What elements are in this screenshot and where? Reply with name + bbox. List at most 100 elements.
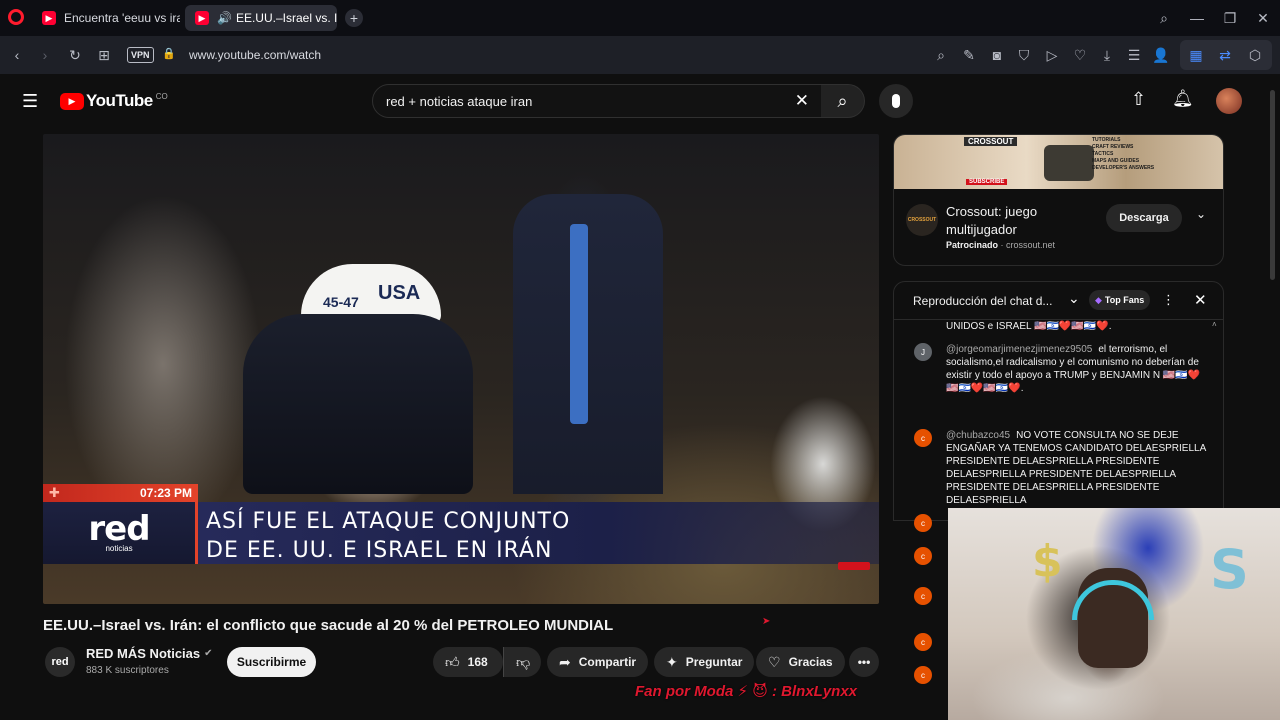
voice-search-button[interactable] bbox=[879, 84, 913, 118]
chat-avatar[interactable]: c bbox=[914, 547, 932, 565]
search-input[interactable]: red + noticias ataque iran ✕ bbox=[372, 84, 822, 118]
webcam-overlay: $ S bbox=[948, 508, 1280, 720]
camera-icon[interactable]: ◙ bbox=[986, 44, 1008, 66]
hamburger-menu-icon[interactable]: ☰ bbox=[22, 91, 38, 112]
close-window-icon[interactable]: ✕ bbox=[1252, 7, 1274, 29]
ad-domain: crossout.net bbox=[1006, 240, 1056, 250]
top-fans-icon: ◆ bbox=[1095, 294, 1102, 305]
ad-banner[interactable]: CROSSOUT SUBSCRIBE TUTORIALS CRAFT REVIE… bbox=[894, 135, 1223, 189]
account-avatar[interactable] bbox=[1216, 88, 1242, 114]
tab-favicon-icon: ▶ bbox=[195, 11, 209, 25]
download-icon[interactable]: ⤓ bbox=[1096, 44, 1118, 66]
ad-banner-vehicle bbox=[1044, 145, 1094, 181]
dislike-button[interactable]: 👎︎ bbox=[503, 647, 541, 677]
chat-scroll-up-icon[interactable]: ˄ bbox=[1212, 320, 1217, 329]
lens-icon[interactable]: ⌕ bbox=[930, 44, 952, 66]
balloon-graphic: $ bbox=[1032, 536, 1063, 587]
forward-icon[interactable]: › bbox=[34, 44, 56, 66]
chat-message: c @chubazco45 NO VOTE CONSULTA NO SE DEJE… bbox=[894, 429, 1214, 507]
ad-expand-icon[interactable]: ⌄ bbox=[1196, 207, 1206, 221]
restore-icon[interactable]: ❐ bbox=[1219, 7, 1241, 29]
news-lower-third: ✚ 07:23 PM red noticias ASÍ FUE EL ATAQU… bbox=[43, 484, 879, 564]
sponsored-ad-card[interactable]: CROSSOUT SUBSCRIBE TUTORIALS CRAFT REVIE… bbox=[893, 134, 1224, 266]
share-button[interactable]: ➦ Compartir bbox=[547, 647, 649, 677]
chat-avatar[interactable]: J bbox=[914, 343, 932, 361]
chat-header-title[interactable]: Reproducción del chat d... bbox=[913, 294, 1052, 308]
ad-sponsored-label: Patrocinado bbox=[946, 240, 999, 250]
thanks-label: Gracias bbox=[788, 655, 833, 669]
page-scrollbar[interactable] bbox=[1270, 90, 1275, 280]
speaker-icon[interactable]: 🔊 bbox=[217, 11, 232, 25]
chat-author[interactable]: @jorgeomarjimenezjimenez9505 bbox=[946, 344, 1092, 355]
ad-logo-text: CROSSOUT bbox=[907, 217, 937, 223]
channel-avatar[interactable]: red bbox=[45, 647, 75, 677]
balloon-graphic: S bbox=[1210, 538, 1249, 601]
country-code: CO bbox=[155, 91, 168, 101]
search-tabs-icon[interactable]: ⌕ bbox=[1153, 7, 1175, 29]
share-label: Compartir bbox=[578, 655, 637, 669]
play-icon[interactable]: ▷ bbox=[1041, 44, 1063, 66]
headline-line-1: ASÍ FUE EL ATAQUE CONJUNTO bbox=[206, 509, 571, 534]
channel-name-text: RED MÁS Noticias bbox=[86, 646, 201, 661]
search-icon: ⌕ bbox=[837, 90, 848, 111]
top-fans-badge[interactable]: ◆ Top Fans bbox=[1089, 290, 1151, 310]
url-field[interactable]: www.youtube.com/watch bbox=[189, 48, 321, 62]
minimize-icon[interactable]: — bbox=[1186, 7, 1208, 29]
subscribe-button[interactable]: Suscribirme bbox=[227, 647, 316, 677]
chat-avatar[interactable]: c bbox=[914, 514, 932, 532]
more-actions-button[interactable]: ••• bbox=[849, 647, 879, 677]
lock-icon[interactable]: 🔒 bbox=[162, 47, 176, 60]
heart-icon[interactable]: ♡ bbox=[1069, 44, 1091, 66]
vpn-badge[interactable]: VPN bbox=[127, 47, 154, 63]
like-button[interactable]: 👍︎ 168 bbox=[433, 647, 503, 677]
notifications-bell-icon[interactable]: 🔔︎ bbox=[1172, 89, 1194, 109]
chat-avatar[interactable]: c bbox=[914, 429, 932, 447]
ad-logo: CROSSOUT bbox=[906, 204, 938, 236]
youtube-logo[interactable]: ▶ YouTube CO bbox=[60, 91, 168, 111]
subscriber-count: 883 K suscriptores bbox=[86, 665, 169, 676]
seated-figure bbox=[243, 314, 473, 494]
profile-icon[interactable]: 👤 bbox=[1150, 44, 1172, 66]
microphone-icon bbox=[892, 94, 900, 108]
time-overlay: ✚ 07:23 PM bbox=[43, 484, 198, 502]
tabs-grid-icon[interactable]: ⊞ bbox=[93, 44, 115, 66]
cap-text-left: 45-47 bbox=[323, 294, 359, 310]
chat-dropdown-icon[interactable]: ⌄ bbox=[1068, 290, 1080, 307]
extension-icon[interactable]: ▦ bbox=[1185, 44, 1207, 66]
chat-avatar[interactable]: c bbox=[914, 587, 932, 605]
ask-button[interactable]: ✦ Preguntar bbox=[654, 647, 755, 677]
ad-download-button[interactable]: Descarga bbox=[1106, 204, 1182, 232]
ad-title[interactable]: Crossout: juego multijugador bbox=[946, 203, 1086, 239]
video-player[interactable]: 45-47 USA ✚ 07:23 PM red noticias ASÍ FU… bbox=[43, 134, 879, 604]
chat-more-icon[interactable]: ⋮ bbox=[1162, 292, 1175, 308]
ad-meta: Patrocinado · crossout.net bbox=[946, 240, 1055, 250]
chat-avatar[interactable]: c bbox=[914, 666, 932, 684]
streamer-fan-text: Fan por Moda ⚡ 😈 : BlnxLynxx bbox=[635, 683, 858, 700]
youtube-play-icon: ▶ bbox=[60, 92, 84, 110]
reload-icon[interactable]: ↻ bbox=[64, 44, 86, 66]
youtube-header: ☰ ▶ YouTube CO red + noticias ataque ira… bbox=[0, 74, 1280, 128]
shield-icon[interactable]: ⛉ bbox=[1013, 44, 1035, 66]
opera-logo-icon[interactable] bbox=[8, 9, 24, 25]
thanks-button[interactable]: ♡ Gracias bbox=[756, 647, 845, 677]
chat-close-icon[interactable]: ✕ bbox=[1194, 291, 1207, 309]
chat-message: J @jorgeomarjimenezjimenez9505 el terrori… bbox=[894, 343, 1214, 421]
cube-icon[interactable]: ⬡ bbox=[1244, 44, 1266, 66]
tab-video[interactable]: ▶ 🔊 EE.UU.–Israel vs. Irán: e bbox=[185, 5, 337, 31]
thumbs-down-icon: 👎︎ bbox=[516, 653, 531, 670]
chat-avatar[interactable]: c bbox=[914, 633, 932, 651]
edit-icon[interactable]: ✎ bbox=[958, 44, 980, 66]
upload-icon[interactable]: ⇧ bbox=[1131, 89, 1146, 110]
search-button[interactable]: ⌕ bbox=[821, 84, 865, 118]
red-logo-sub: noticias bbox=[105, 543, 133, 553]
channel-name[interactable]: RED MÁS Noticias ✔ bbox=[86, 646, 213, 661]
translate-icon[interactable]: ⇄ bbox=[1214, 44, 1236, 66]
sparkle-icon: ✦ bbox=[666, 653, 678, 670]
search-query: red + noticias ataque iran bbox=[386, 94, 533, 109]
clear-search-icon[interactable]: ✕ bbox=[795, 91, 809, 111]
chat-author[interactable]: @chubazco45 bbox=[946, 430, 1010, 441]
menu-lines-icon[interactable]: ☰ bbox=[1123, 44, 1145, 66]
back-icon[interactable]: ‹ bbox=[6, 44, 28, 66]
tab-search[interactable]: ▶ Encuentra 'eeuu vs iran' en bbox=[32, 5, 180, 31]
new-tab-button[interactable]: + bbox=[345, 9, 363, 27]
